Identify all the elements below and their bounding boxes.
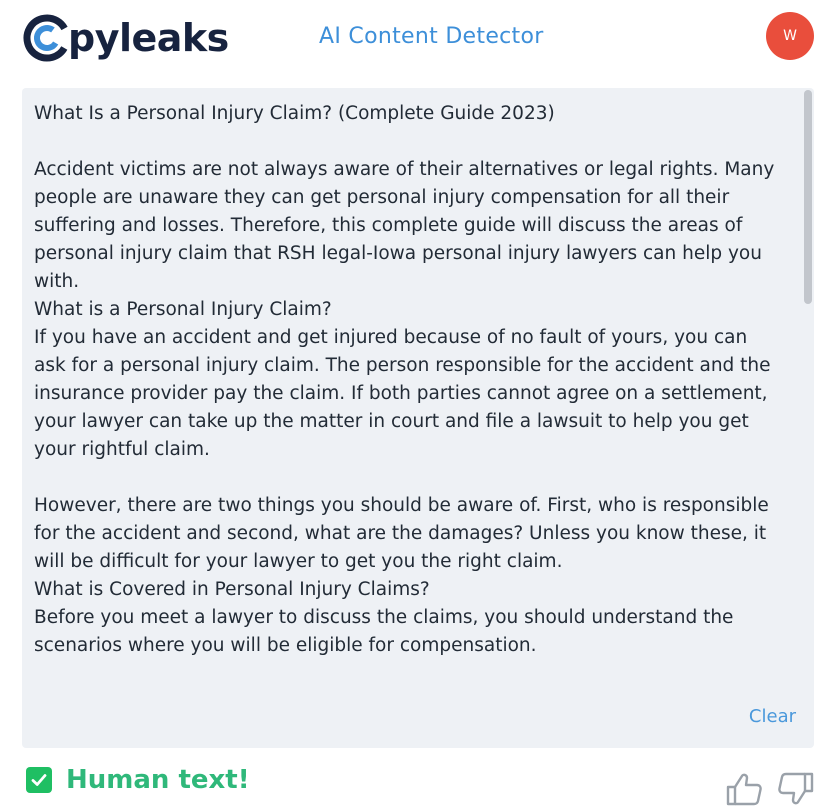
detection-result: Human text! [26,763,250,797]
thumbs-up-icon[interactable] [726,772,762,806]
app-title: AI Content Detector [319,24,544,49]
thumbs-down-icon[interactable] [778,772,814,806]
check-icon [26,767,52,793]
editor-footer: Clear [22,686,814,748]
logo-wordmark: pyleaks [68,16,229,60]
text-editor-panel: What Is a Personal Injury Claim? (Comple… [22,88,814,748]
result-label: Human text! [66,765,250,795]
user-avatar[interactable]: W [766,12,814,60]
editor-scrollbar[interactable] [798,88,814,686]
scrollbar-thumb[interactable] [804,90,812,304]
clear-button[interactable]: Clear [749,706,796,727]
copyleaks-logo-icon [23,14,71,62]
copyleaks-logo[interactable]: pyleaks [22,12,229,64]
content-textarea[interactable]: What Is a Personal Injury Claim? (Comple… [34,100,782,686]
header: pyleaks AI Content Detector W [0,0,825,80]
feedback-buttons [726,772,814,806]
